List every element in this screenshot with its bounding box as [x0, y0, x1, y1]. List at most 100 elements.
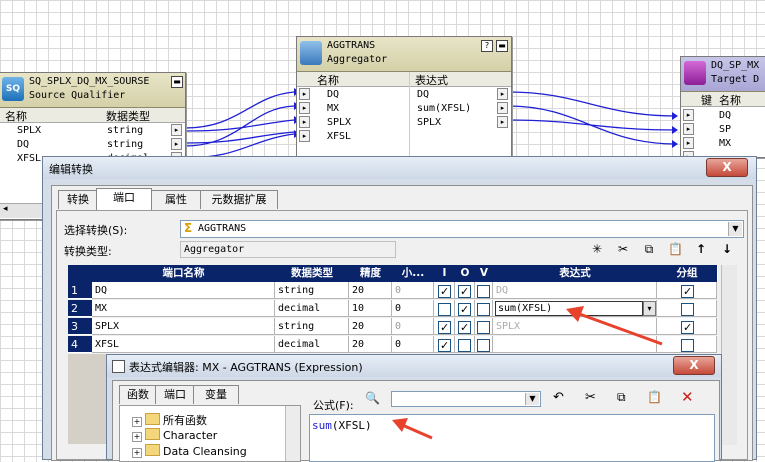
cell-precision[interactable]: 20: [349, 318, 392, 335]
port-connector[interactable]: ▸: [683, 109, 694, 121]
port-connector[interactable]: ▸: [171, 138, 182, 150]
list-item[interactable]: string: [107, 139, 143, 152]
port-connector[interactable]: ▸: [171, 124, 182, 136]
output-checkbox[interactable]: [458, 319, 471, 334]
header-variable[interactable]: V: [475, 265, 494, 282]
minimize-button[interactable]: ▬: [171, 76, 183, 88]
expand-icon[interactable]: +: [132, 432, 142, 442]
new-port-icon[interactable]: ✳: [590, 242, 604, 256]
list-item[interactable]: SPLX: [417, 117, 441, 130]
tab-ports[interactable]: 端口: [96, 188, 152, 210]
cut-icon[interactable]: ✂: [616, 242, 630, 256]
output-checkbox[interactable]: [458, 283, 471, 298]
cell-port-name[interactable]: MX: [92, 300, 275, 317]
list-item[interactable]: SPLX: [327, 117, 351, 130]
dialog-titlebar[interactable]: 编辑转换: [43, 157, 756, 179]
close-button[interactable]: X: [673, 356, 715, 375]
aggregator-box[interactable]: AGGTRANS Aggregator ? ▬ 名称 表达式 ▸ ▸ ▸ ▸ D…: [296, 36, 512, 162]
header-scale[interactable]: 小...: [392, 265, 435, 282]
close-button[interactable]: X: [706, 158, 748, 177]
select-transformation-dropdown[interactable]: Σ AGGTRANS ▼: [180, 220, 744, 238]
cell-port-name[interactable]: DQ: [92, 282, 275, 299]
tab-variables[interactable]: 变量: [193, 385, 239, 404]
target-box[interactable]: DQ_SP_MX Target D 键 名称 ▸ ▸ ▸ ▸ DQ SP MX: [680, 56, 765, 163]
list-item[interactable]: XFSL: [17, 153, 41, 166]
formula-editor[interactable]: sum(XFSL): [309, 414, 715, 462]
list-item[interactable]: string: [107, 125, 143, 138]
help-button[interactable]: ?: [481, 40, 493, 52]
aggregator-header[interactable]: AGGTRANS Aggregator ? ▬: [297, 37, 511, 72]
tree-item[interactable]: + Character: [132, 428, 217, 443]
cell-port-name[interactable]: SPLX: [92, 318, 275, 335]
port-connector[interactable]: ▸: [299, 130, 310, 142]
header-group-by[interactable]: 分组: [657, 265, 718, 282]
cell-scale[interactable]: 0: [392, 282, 434, 299]
input-checkbox[interactable]: [438, 337, 451, 352]
cell-data-type[interactable]: string: [275, 282, 349, 299]
tree-item[interactable]: + Data Cleansing: [132, 444, 247, 459]
variable-checkbox[interactable]: [477, 285, 490, 298]
list-item[interactable]: DQ: [417, 89, 429, 102]
move-up-icon[interactable]: ↑: [694, 242, 708, 256]
vertical-scrollbar[interactable]: [285, 406, 300, 461]
table-row[interactable]: 1 DQ string 20 0 DQ: [68, 282, 736, 300]
variable-checkbox[interactable]: [477, 303, 490, 316]
cell-data-type[interactable]: string: [275, 318, 349, 335]
tab-transformation[interactable]: 转换: [58, 190, 98, 209]
minimize-button[interactable]: ▬: [496, 40, 508, 52]
header-input[interactable]: I: [434, 265, 456, 282]
port-connector[interactable]: ▸: [299, 88, 310, 100]
input-checkbox[interactable]: [438, 283, 451, 298]
tab-functions[interactable]: 函数: [119, 385, 157, 404]
list-item[interactable]: MX: [327, 103, 339, 116]
function-tree[interactable]: + 所有函数 + Character + Data Cleansing: [119, 405, 301, 462]
output-checkbox[interactable]: [458, 339, 471, 352]
copy-icon[interactable]: ⧉: [617, 390, 626, 405]
chevron-down-icon[interactable]: ▼: [728, 222, 742, 236]
header-expression[interactable]: 表达式: [493, 265, 658, 282]
tree-item[interactable]: + 所有函数: [132, 412, 207, 427]
cell-scale[interactable]: 0: [392, 300, 434, 317]
find-dropdown[interactable]: ▼: [391, 391, 541, 407]
tab-ports[interactable]: 端口: [155, 385, 195, 404]
chevron-down-icon[interactable]: ▼: [525, 393, 539, 405]
list-item[interactable]: SP: [719, 124, 731, 137]
cell-scale[interactable]: 0: [392, 336, 434, 353]
cell-scale[interactable]: 0: [392, 318, 434, 335]
paste-icon[interactable]: 📋: [647, 390, 662, 404]
header-precision[interactable]: 精度: [349, 265, 393, 282]
variable-checkbox[interactable]: [477, 339, 490, 352]
cell-precision[interactable]: 10: [349, 300, 392, 317]
port-connector[interactable]: ▸: [683, 123, 694, 135]
list-item[interactable]: XFSL: [327, 131, 351, 144]
tab-properties[interactable]: 属性: [150, 190, 202, 209]
group-by-checkbox[interactable]: [681, 339, 694, 352]
cell-data-type[interactable]: decimal: [275, 336, 349, 353]
cell-port-name[interactable]: XFSL: [92, 336, 275, 353]
expand-icon[interactable]: +: [132, 448, 142, 458]
expand-icon[interactable]: +: [132, 417, 142, 427]
header-port-name[interactable]: 端口名称: [92, 265, 276, 282]
cell-precision[interactable]: 20: [349, 282, 392, 299]
expression-editor-titlebar[interactable]: 表达式编辑器: MX - AGGTRANS (Expression): [107, 355, 721, 377]
header-output[interactable]: O: [455, 265, 476, 282]
group-by-checkbox[interactable]: [681, 303, 694, 316]
delete-icon[interactable]: ✕: [681, 388, 694, 406]
input-checkbox[interactable]: [438, 319, 451, 334]
move-down-icon[interactable]: ↓: [720, 242, 734, 256]
list-item[interactable]: DQ: [327, 89, 339, 102]
copy-icon[interactable]: ⧉: [642, 242, 656, 256]
port-connector[interactable]: ▸: [299, 102, 310, 114]
port-connector[interactable]: ▸: [497, 116, 508, 128]
input-checkbox[interactable]: [438, 303, 451, 316]
list-item[interactable]: MX: [719, 138, 731, 151]
target-header[interactable]: DQ_SP_MX Target D: [681, 57, 765, 92]
list-item[interactable]: DQ: [719, 110, 731, 123]
header-data-type[interactable]: 数据类型: [275, 265, 350, 282]
paste-icon[interactable]: 📋: [668, 242, 683, 256]
cell-expression[interactable]: DQ: [493, 282, 657, 299]
find-icon[interactable]: 🔍: [365, 391, 380, 405]
port-connector[interactable]: ▸: [683, 137, 694, 149]
list-item[interactable]: SPLX: [17, 125, 41, 138]
source-qualifier-header[interactable]: SQ SQ_SPLX_DQ_MX_SOURSE Source Qualifier…: [0, 73, 185, 108]
